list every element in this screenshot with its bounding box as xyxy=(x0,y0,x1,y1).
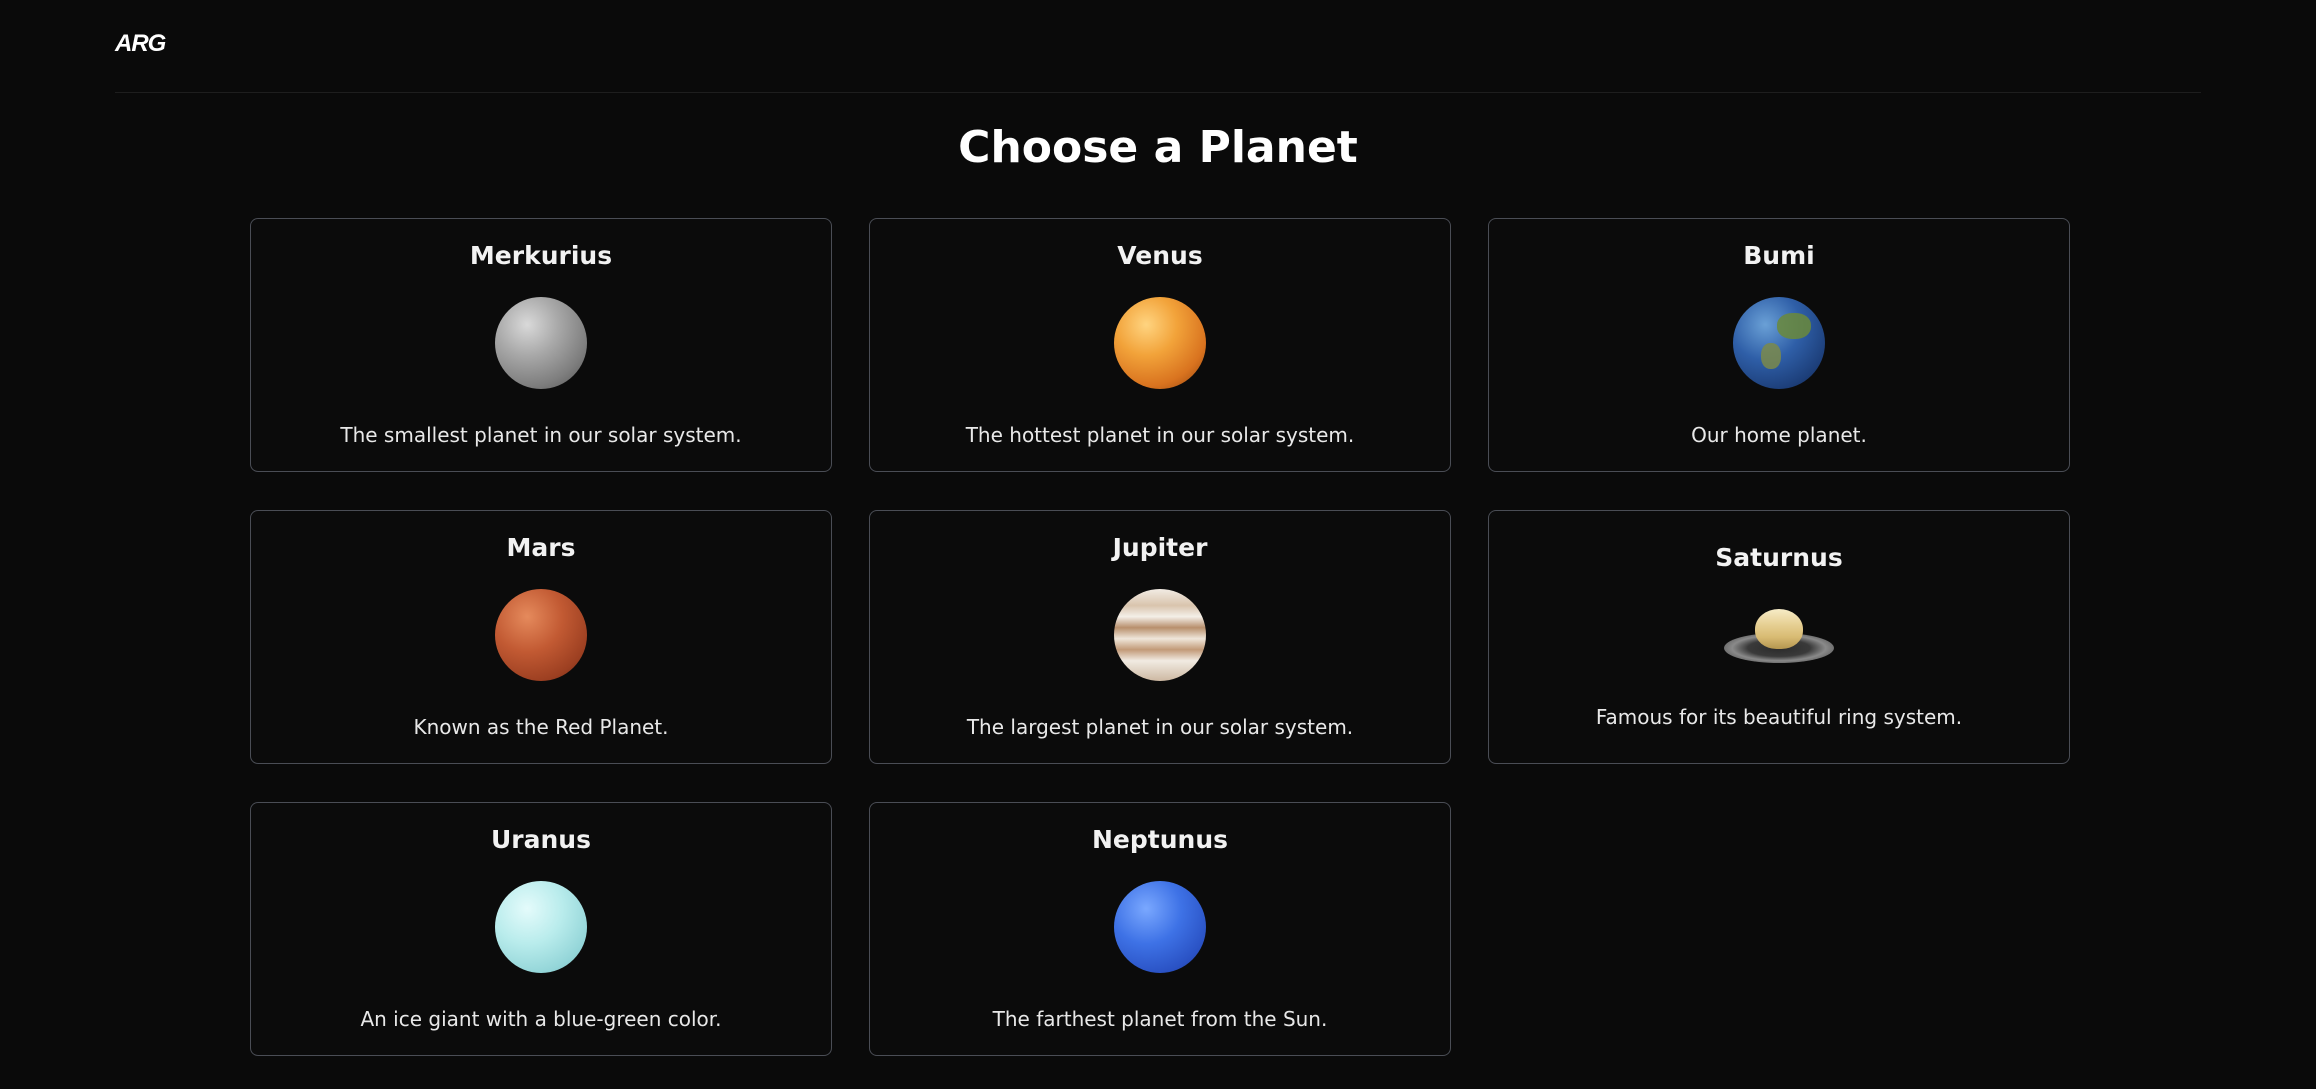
uranus-icon xyxy=(493,879,589,975)
planet-card-neptunus[interactable]: Neptunus The farthest planet from the Su… xyxy=(869,802,1451,1056)
planet-description: Famous for its beautiful ring system. xyxy=(1595,705,1963,729)
planet-name: Merkurius xyxy=(469,241,613,270)
planet-description: Known as the Red Planet. xyxy=(413,715,669,739)
logo[interactable]: ARG xyxy=(115,30,166,58)
planet-grid: Merkurius The smallest planet in our sol… xyxy=(250,218,2070,1056)
neptune-icon xyxy=(1112,879,1208,975)
planet-name: Venus xyxy=(1117,241,1203,270)
planet-name: Mars xyxy=(506,533,576,562)
planet-name: Jupiter xyxy=(1112,533,1208,562)
planet-description: Our home planet. xyxy=(1691,423,1867,447)
jupiter-icon xyxy=(1112,587,1208,683)
planet-description: The hottest planet in our solar system. xyxy=(965,423,1355,447)
planet-card-venus[interactable]: Venus The hottest planet in our solar sy… xyxy=(869,218,1451,472)
planet-description: An ice giant with a blue-green color. xyxy=(360,1007,722,1031)
page-title: Choose a Planet xyxy=(958,122,1358,173)
planet-card-uranus[interactable]: Uranus An ice giant with a blue-green co… xyxy=(250,802,832,1056)
planet-name: Uranus xyxy=(491,825,591,854)
planet-card-saturnus[interactable]: Saturnus Famous for its beautiful ring s… xyxy=(1488,510,2070,764)
planet-description: The largest planet in our solar system. xyxy=(966,715,1354,739)
planet-name: Bumi xyxy=(1743,241,1815,270)
planet-description: The farthest planet from the Sun. xyxy=(992,1007,1328,1031)
planet-card-merkurius[interactable]: Merkurius The smallest planet in our sol… xyxy=(250,218,832,472)
planet-card-mars[interactable]: Mars Known as the Red Planet. xyxy=(250,510,832,764)
top-header: ARG xyxy=(115,0,2201,93)
venus-icon xyxy=(1112,295,1208,391)
saturn-icon xyxy=(1724,609,1834,663)
mars-icon xyxy=(493,587,589,683)
planet-name: Neptunus xyxy=(1092,825,1228,854)
planet-card-bumi[interactable]: Bumi Our home planet. xyxy=(1488,218,2070,472)
planet-card-jupiter[interactable]: Jupiter The largest planet in our solar … xyxy=(869,510,1451,764)
mercury-icon xyxy=(493,295,589,391)
planet-name: Saturnus xyxy=(1715,543,1843,572)
planet-description: The smallest planet in our solar system. xyxy=(340,423,742,447)
earth-icon xyxy=(1731,295,1827,391)
